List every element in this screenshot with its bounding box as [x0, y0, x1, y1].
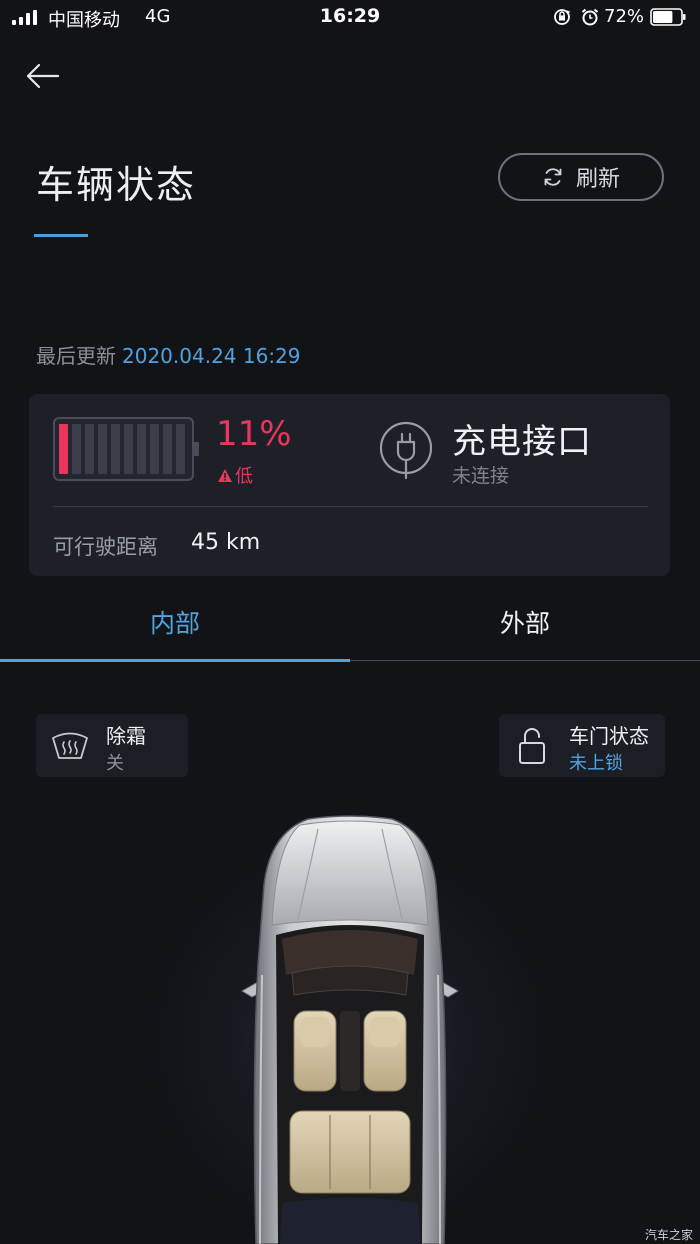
battery-cell [176, 424, 185, 474]
back-arrow-icon[interactable] [24, 60, 60, 92]
door-status-value: 未上锁 [569, 753, 623, 774]
tab-interior[interactable]: 内部 [0, 604, 350, 640]
battery-percent: 72% [604, 6, 645, 27]
battery-charge-percent: 11% [216, 414, 292, 454]
alarm-icon [581, 8, 599, 26]
battery-low-label: 低 [235, 466, 253, 487]
tab-active-indicator [0, 659, 350, 662]
status-bar: 中国移动 4G 16:29 72% [0, 0, 700, 36]
range-label: 可行驶距离 [53, 535, 158, 559]
card-divider [53, 506, 648, 507]
door-status-title: 车门状态 [569, 724, 649, 748]
battery-cell [137, 424, 146, 474]
last-update-label: 最后更新 [36, 344, 116, 368]
battery-cell [163, 424, 172, 474]
charging-port-status: 未连接 [452, 465, 510, 487]
plug-icon [379, 421, 433, 480]
battery-icon [650, 8, 686, 26]
warning-triangle-icon [218, 468, 232, 482]
battery-cell [98, 424, 107, 474]
ev-battery-icon [53, 417, 199, 481]
battery-cell [59, 424, 68, 474]
tab-exterior[interactable]: 外部 [350, 604, 700, 640]
title-underline [34, 234, 88, 237]
defrost-icon [52, 732, 88, 759]
last-update-timestamp: 2020.04.24 16:29 [122, 344, 301, 368]
battery-cell [111, 424, 120, 474]
rotation-lock-icon [554, 9, 570, 25]
page-title: 车辆状态 [36, 163, 197, 207]
car-top-view-image [241, 815, 459, 1244]
refresh-label: 刷新 [575, 167, 620, 192]
unlocked-padlock-icon [519, 728, 545, 764]
range-value: 45 km [191, 530, 261, 555]
battery-cell [72, 424, 81, 474]
battery-low-warning: 低 [217, 462, 253, 488]
defrost-title: 除霜 [106, 724, 146, 748]
charging-port-title: 充电接口 [452, 422, 592, 462]
refresh-button[interactable]: 刷新 [498, 153, 664, 201]
battery-cell [85, 424, 94, 474]
last-update: 最后更新 2020.04.24 16:29 [36, 340, 301, 369]
defrost-value: 关 [106, 753, 124, 774]
battery-cell [124, 424, 133, 474]
battery-cell [150, 424, 159, 474]
refresh-icon [544, 168, 562, 186]
watermark: 汽车之家 [645, 1228, 694, 1242]
